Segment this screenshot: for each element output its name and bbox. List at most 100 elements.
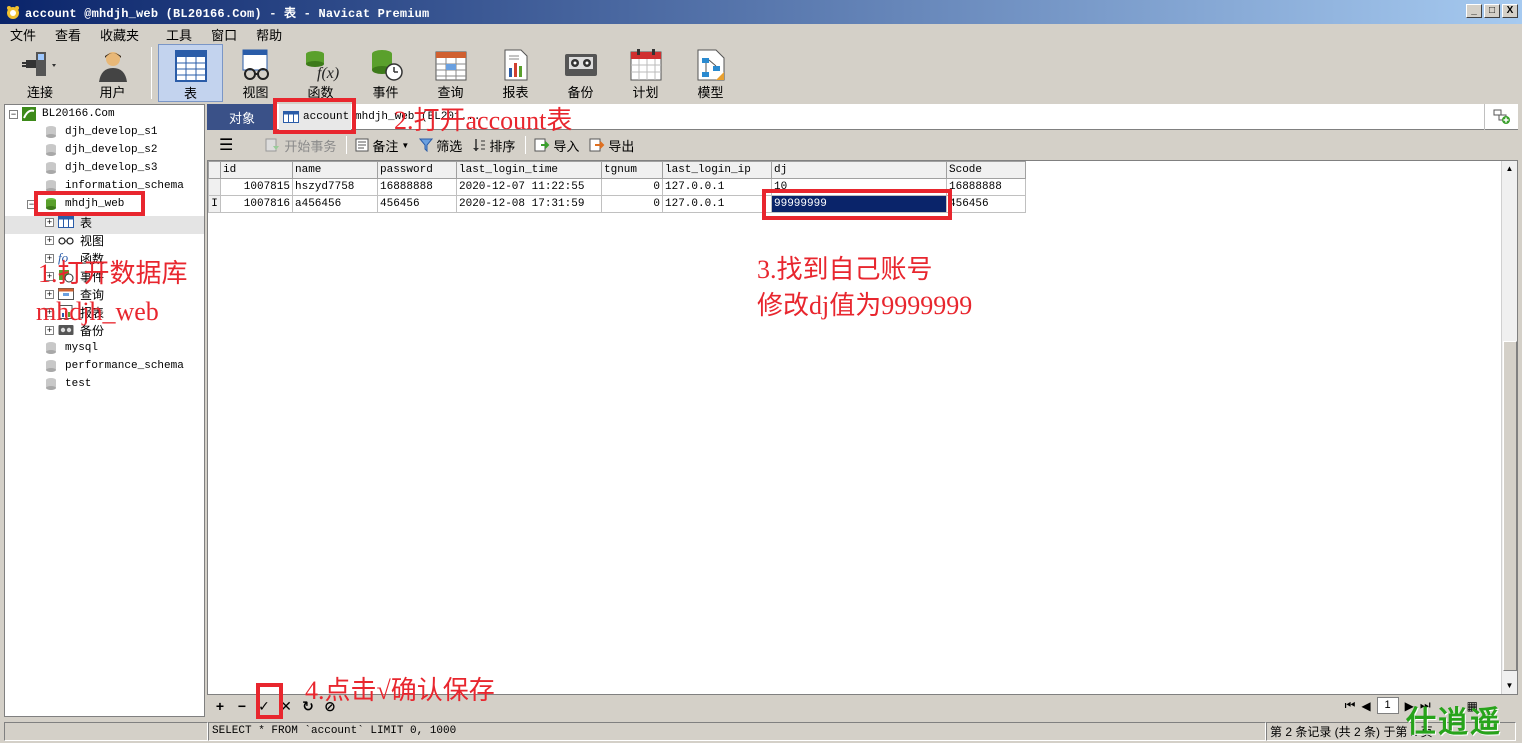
connect-button[interactable]: 连接 (0, 44, 80, 102)
tree-child-label: 表 (80, 215, 93, 230)
restore-button[interactable]: □ (1484, 4, 1500, 18)
add-record-button[interactable]: + (211, 698, 229, 714)
report-button[interactable]: 报表 (483, 44, 548, 102)
title-bar: account @mhdjh_web (BL20166.Com) - 表 - N… (0, 0, 1522, 24)
cell-last-login-time[interactable]: 2020-12-08 17:31:59 (456, 195, 602, 213)
column-header[interactable]: name (292, 161, 378, 179)
expand-icon[interactable]: + (45, 235, 54, 245)
report-label: 报表 (502, 85, 529, 100)
function-button[interactable]: f(x) 函数 (288, 44, 353, 102)
column-header[interactable]: id (220, 161, 293, 179)
first-page-icon[interactable]: ⏮ (1345, 698, 1356, 713)
tree-db-item[interactable]: djh_develop_s1 (45, 123, 157, 141)
column-header[interactable]: last_login_time (456, 161, 602, 179)
tree-db-item[interactable]: djh_develop_s2 (45, 141, 157, 159)
filter-button[interactable]: 筛选 (419, 136, 462, 155)
cell-last-login-time[interactable]: 2020-12-07 11:22:55 (456, 178, 602, 196)
menu-window[interactable]: 窗口 (201, 25, 246, 44)
connection-label: BL20166.Com (42, 108, 115, 120)
sort-button[interactable]: 排序 (472, 136, 515, 155)
expand-icon[interactable]: + (45, 217, 54, 227)
status-sql: SELECT * FROM `account` LIMIT 0, 1000 (208, 721, 1266, 741)
column-header[interactable]: dj (771, 161, 947, 179)
cell-password[interactable]: 16888888 (377, 178, 457, 196)
column-header[interactable]: Scode (946, 161, 1026, 179)
column-header[interactable]: last_login_ip (662, 161, 772, 179)
user-label: 用户 (99, 85, 126, 100)
cell-name[interactable]: hszyd7758 (292, 178, 378, 196)
cell-last-login-ip[interactable]: 127.0.0.1 (662, 178, 772, 196)
tree-db-item[interactable]: mysql (45, 339, 98, 357)
backup-label: 备份 (567, 85, 594, 100)
main-toolbar: 连接 用户 表 视图 f(x) 函数 事件 查询 报表 备份 计划 模型 (0, 44, 1522, 104)
new-tab-button[interactable] (1484, 104, 1518, 130)
cell-id[interactable]: 1007815 (220, 178, 293, 196)
page-number-input[interactable]: 1 (1376, 697, 1399, 714)
db-label: test (65, 378, 92, 390)
view-glasses-icon (242, 49, 269, 80)
event-icon (371, 50, 403, 81)
cell-password[interactable]: 456456 (377, 195, 457, 213)
backup-button[interactable]: 备份 (548, 44, 613, 102)
tree-connection[interactable]: − BL20166.Com (9, 105, 115, 123)
tree-db-item[interactable]: djh_develop_s3 (45, 159, 157, 177)
column-header[interactable]: tgnum (601, 161, 663, 179)
previous-page-icon[interactable]: ◀ (1361, 699, 1370, 713)
cell-id[interactable]: 1007816 (220, 195, 293, 213)
sort-icon (473, 139, 486, 151)
cell-last-login-ip[interactable]: 127.0.0.1 (662, 195, 772, 213)
row-header-cursor[interactable]: I (208, 195, 221, 213)
memo-icon (355, 138, 369, 152)
import-label: 导入 (553, 138, 580, 154)
view-button[interactable]: 视图 (223, 44, 288, 102)
tree-selection-highlight (5, 216, 204, 234)
tree-db-item[interactable]: performance_schema (45, 357, 184, 375)
annotation-step2: 2.打开account表 (394, 106, 573, 135)
menu-tools[interactable]: 工具 (156, 25, 201, 44)
scroll-up-icon[interactable]: ▲ (1502, 161, 1517, 177)
table-button[interactable]: 表 (158, 44, 223, 102)
database-icon (46, 162, 56, 174)
collapse-icon[interactable]: − (9, 109, 18, 119)
schedule-button[interactable]: 计划 (613, 44, 678, 102)
navicat-app-icon (7, 6, 19, 19)
scroll-down-icon[interactable]: ▼ (1502, 678, 1517, 694)
memo-button[interactable]: 备注 ▼ (355, 136, 409, 155)
menu-view[interactable]: 查看 (45, 25, 90, 44)
column-header[interactable]: password (377, 161, 457, 179)
menu-file[interactable]: 文件 (0, 25, 45, 44)
annotation-box-apply (256, 683, 283, 719)
cell-name[interactable]: a456456 (292, 195, 378, 213)
tree-child-label: 视图 (80, 233, 105, 248)
tree-db-item[interactable]: test (45, 375, 91, 393)
event-button[interactable]: 事件 (353, 44, 418, 102)
begin-transaction-button[interactable]: 开始事务 (265, 136, 336, 155)
function-icon: f(x) (305, 51, 339, 82)
tree-child-views[interactable]: + 视图 (45, 231, 104, 249)
cell-tgnum[interactable]: 0 (601, 195, 663, 213)
menu-icon[interactable]: ☰ (219, 135, 233, 155)
model-button[interactable]: 模型 (678, 44, 743, 102)
database-icon (46, 342, 56, 354)
connect-label: 连接 (26, 85, 53, 100)
close-button[interactable]: X (1502, 4, 1518, 18)
tab-objects[interactable]: 对象 (207, 104, 277, 130)
import-icon (534, 138, 550, 152)
export-button[interactable]: 导出 (589, 136, 634, 155)
scroll-thumb[interactable] (1503, 341, 1517, 671)
transaction-icon (265, 138, 280, 152)
row-header[interactable] (208, 178, 221, 196)
cell-scode[interactable]: 16888888 (946, 178, 1026, 196)
import-button[interactable]: 导入 (534, 136, 579, 155)
user-button[interactable]: 用户 (80, 44, 145, 102)
delete-record-button[interactable]: − (233, 698, 251, 714)
user-icon (98, 52, 127, 82)
cell-scode[interactable]: 456456 (946, 195, 1026, 213)
menu-help[interactable]: 帮助 (246, 25, 291, 44)
menu-favorites[interactable]: 收藏夹 (90, 25, 148, 44)
minimize-button[interactable]: _ (1466, 4, 1482, 18)
menu-bar: 文件 查看 收藏夹 工具 窗口 帮助 (0, 24, 1522, 44)
cell-tgnum[interactable]: 0 (601, 178, 663, 196)
vertical-scrollbar[interactable]: ▲ ▼ (1501, 161, 1517, 694)
query-button[interactable]: 查询 (418, 44, 483, 102)
